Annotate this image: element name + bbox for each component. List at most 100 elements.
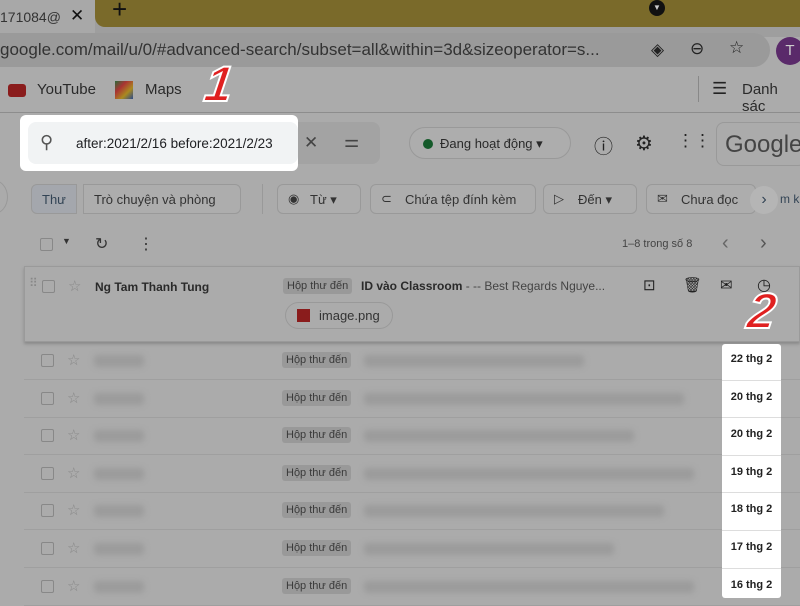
filter-has-attachment[interactable]: ⊂ Chứa tệp đính kèm	[370, 184, 536, 214]
prev-page-icon[interactable]: ‹	[722, 232, 729, 255]
next-page-icon[interactable]: ›	[760, 232, 767, 255]
star-icon[interactable]: ☆	[67, 351, 80, 369]
email-checkbox[interactable]	[41, 466, 54, 480]
inbox-label[interactable]: Hộp thư đến	[282, 577, 352, 594]
tab-chat-rooms[interactable]: Trò chuyện và phòng	[83, 184, 241, 214]
reading-list-icon: ☰	[712, 79, 728, 98]
email-row[interactable]: ☆ Hộp thư đến	[24, 342, 800, 380]
blurred-subject	[364, 467, 694, 480]
more-vert-icon[interactable]: ⋮	[138, 234, 154, 254]
email-checkbox[interactable]	[42, 280, 55, 293]
tab-title: 171084@	[0, 9, 61, 25]
email-checkbox[interactable]	[41, 504, 54, 518]
email-row-expanded[interactable]: ⠿ ☆ Ng Tam Thanh Tung Hộp thư đến ID vào…	[24, 266, 800, 342]
divider	[722, 379, 781, 381]
browser-tab[interactable]: 171084@ ✕	[0, 0, 95, 37]
star-icon[interactable]: ☆	[68, 277, 81, 295]
star-icon[interactable]: ☆	[67, 464, 80, 482]
trash-icon[interactable]: 🗑	[683, 276, 702, 294]
email-checkbox[interactable]	[41, 429, 54, 443]
blurred-subject	[364, 543, 614, 555]
tab-thu[interactable]: Thư	[31, 184, 77, 214]
email-row[interactable]: ☆ Hộp thư đến	[24, 380, 800, 418]
search-options-icon[interactable]: ⚌	[344, 132, 359, 152]
zoom-icon[interactable]: ⊖	[690, 39, 704, 59]
apps-grid-icon[interactable]: ⋮⋮	[677, 131, 711, 151]
snippet: - -- Best Regards Nguye...	[462, 279, 606, 293]
email-preview: ID vào Classroom - -- Best Regards Nguye…	[361, 279, 605, 293]
chevron-down-icon[interactable]: ▼	[62, 236, 71, 246]
blurred-sender	[94, 467, 144, 480]
divider	[722, 417, 781, 419]
attachment-name: image.png	[319, 308, 380, 323]
google-logo: Google	[716, 122, 800, 166]
email-date: 20 thg 2	[730, 428, 773, 441]
clear-search-icon[interactable]: ✕	[304, 133, 318, 153]
close-tab-icon[interactable]: ✕	[70, 6, 84, 26]
blurred-subject	[364, 505, 664, 518]
tab-search-icon[interactable]: ▼	[649, 0, 665, 16]
search-query[interactable]: after:2021/2/16 before:2021/2/23	[76, 136, 273, 151]
email-row[interactable]: ☆ Hộp thư đến	[24, 492, 800, 531]
avatar[interactable]: T	[776, 37, 800, 65]
email-checkbox[interactable]	[41, 542, 54, 555]
star-icon[interactable]: ☆	[67, 426, 80, 444]
new-tab-button[interactable]: +	[112, 0, 127, 25]
blurred-sender	[94, 355, 144, 367]
divider	[722, 492, 781, 494]
bookmark-star-icon[interactable]: ☆	[729, 38, 744, 58]
star-icon[interactable]: ☆	[67, 501, 80, 519]
email-checkbox[interactable]	[41, 391, 54, 405]
star-icon[interactable]: ☆	[67, 389, 80, 407]
email-row[interactable]: ☆ Hộp thư đến	[24, 417, 800, 456]
email-row[interactable]: ☆ Hộp thư đến	[24, 455, 800, 493]
install-app-icon[interactable]: ◈	[651, 40, 664, 60]
blurred-subject	[364, 580, 694, 593]
star-icon[interactable]: ☆	[67, 539, 80, 557]
inbox-label[interactable]: Hộp thư đến	[282, 389, 352, 406]
refresh-icon[interactable]: ↻	[95, 234, 108, 254]
reading-list[interactable]: Danh sác	[742, 81, 800, 115]
inbox-label[interactable]: Hộp thư đến	[282, 540, 352, 556]
drag-handle-icon[interactable]: ⠿	[29, 276, 38, 290]
status-dropdown[interactable]: Đang hoạt động ▾	[409, 127, 571, 159]
gear-icon[interactable]: ⚙	[635, 131, 653, 156]
email-date: 19 thg 2	[730, 465, 773, 478]
send-icon: ▷	[554, 191, 564, 206]
inbox-label[interactable]: Hộp thư đến	[283, 278, 353, 294]
url-text[interactable]: google.com/mail/u/0/#advanced-search/sub…	[0, 40, 600, 60]
attachment-chip[interactable]: image.png	[285, 302, 393, 329]
filter-from[interactable]: ◉ Từ ▾	[277, 184, 361, 214]
star-icon[interactable]: ☆	[67, 577, 80, 595]
email-checkbox[interactable]	[41, 579, 54, 593]
bookmark-youtube[interactable]: YouTube	[37, 81, 96, 98]
maps-icon	[115, 81, 133, 99]
chip-label: Chứa tệp đính kèm	[405, 192, 517, 207]
help-icon[interactable]: ⓘ	[594, 132, 613, 159]
menu-button[interactable]	[0, 180, 8, 214]
bookmark-maps[interactable]: Maps	[145, 81, 182, 98]
filter-to[interactable]: ▷ Đến ▾	[543, 184, 637, 214]
divider	[722, 454, 781, 456]
more-filters[interactable]: m k	[780, 192, 799, 206]
mark-read-icon[interactable]: ✉	[720, 276, 733, 294]
archive-icon[interactable]: ⊡	[643, 276, 656, 294]
select-all-checkbox[interactable]	[40, 238, 53, 251]
envelope-icon: ✉	[657, 191, 668, 206]
email-checkbox[interactable]	[41, 354, 54, 367]
chip-label: Từ	[310, 192, 327, 207]
email-date: 20 thg 2	[730, 390, 773, 403]
inbox-label[interactable]: Hộp thư đến	[282, 427, 352, 444]
email-date: 22 thg 2	[730, 353, 773, 365]
blurred-sender	[94, 505, 144, 518]
inbox-label[interactable]: Hộp thư đến	[282, 464, 352, 481]
filter-unread[interactable]: ✉ Chưa đọc	[646, 184, 756, 214]
email-row[interactable]: ☆ Hộp thư đến	[24, 530, 800, 568]
image-file-icon	[297, 309, 310, 322]
paperclip-icon: ⊂	[381, 191, 392, 206]
inbox-label[interactable]: Hộp thư đến	[282, 352, 352, 368]
blurred-subject	[364, 392, 684, 405]
inbox-label[interactable]: Hộp thư đến	[282, 502, 352, 519]
chevron-right-icon[interactable]: ›	[750, 186, 778, 214]
search-icon[interactable]: ⚲	[40, 132, 53, 153]
